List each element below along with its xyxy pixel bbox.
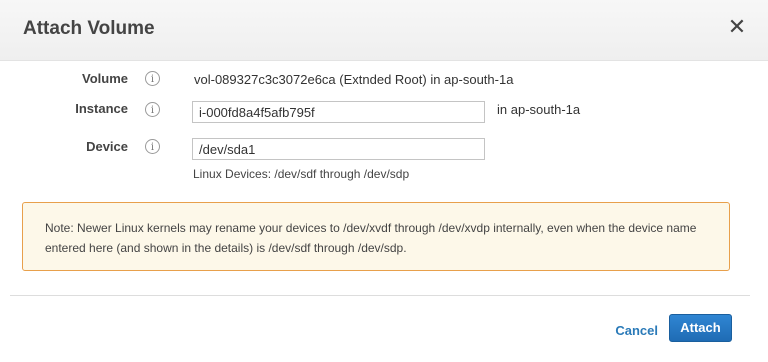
- instance-input[interactable]: [192, 101, 485, 123]
- attach-button[interactable]: Attach: [669, 314, 732, 342]
- device-info-icon[interactable]: i: [145, 139, 160, 154]
- volume-info-icon[interactable]: i: [145, 71, 160, 86]
- instance-info-icon[interactable]: i: [145, 102, 160, 117]
- instance-label: Instance: [75, 101, 128, 116]
- instance-zone: in ap-south-1a: [497, 102, 581, 117]
- device-label: Device: [86, 139, 128, 154]
- dialog-header: Attach Volume ✕: [0, 0, 768, 61]
- device-rename-note: Note: Newer Linux kernels may rename you…: [22, 202, 730, 271]
- footer-divider: [10, 295, 750, 296]
- device-hint: Linux Devices: /dev/sdf through /dev/sdp: [193, 167, 410, 181]
- volume-label: Volume: [82, 71, 128, 86]
- volume-value: vol-089327c3c3072e6ca (Extnded Root) in …: [194, 72, 514, 87]
- close-icon[interactable]: ✕: [726, 16, 748, 38]
- cancel-button[interactable]: Cancel: [615, 323, 658, 338]
- device-input[interactable]: [192, 138, 485, 160]
- dialog-title: Attach Volume: [23, 18, 155, 39]
- attach-volume-dialog: Attach Volume ✕ Volume i vol-089327c3c30…: [0, 0, 768, 362]
